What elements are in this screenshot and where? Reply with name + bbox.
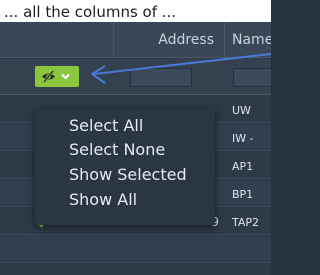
menu-item-show-selected[interactable]: Show Selected: [69, 164, 187, 186]
name-filter-input[interactable]: [233, 68, 271, 87]
chevron-down-icon: [61, 73, 70, 80]
selection-filter-button[interactable]: [35, 66, 79, 87]
menu-item-select-all[interactable]: Select All: [69, 115, 143, 137]
address-filter-input[interactable]: [130, 68, 192, 87]
menu-item-show-all[interactable]: Show All: [69, 189, 137, 211]
row-name: BP1: [232, 188, 254, 201]
grid-header-row: Address Name: [0, 22, 271, 58]
row-name: IW -: [232, 132, 254, 145]
column-header-name[interactable]: Name: [225, 22, 271, 58]
column-header-address[interactable]: Address: [114, 22, 225, 58]
row-name: UW: [232, 104, 251, 117]
row-name: TAP2: [232, 216, 260, 229]
menu-item-select-none[interactable]: Select None: [69, 139, 165, 161]
eye-slash-icon: [42, 70, 55, 83]
page-caption: ... all the columns of ...: [0, 0, 271, 22]
column-header-select: [0, 22, 114, 58]
selection-filter-menu: Select All Select None Show Selected Sho…: [35, 109, 215, 225]
table-row[interactable]: [0, 236, 271, 263]
filter-row: [0, 59, 271, 95]
row-name: AP1: [232, 160, 254, 173]
